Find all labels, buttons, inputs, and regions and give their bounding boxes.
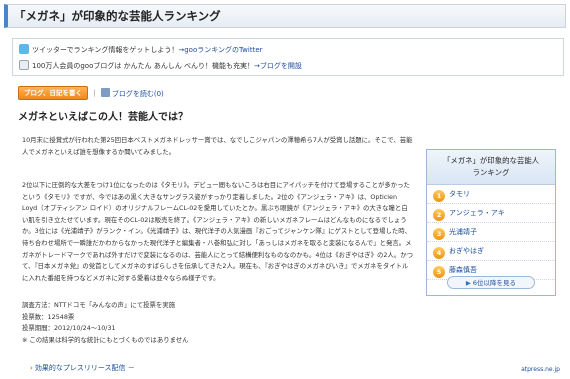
ranking-name: アンジェラ・アキ [449,209,505,217]
sidebar-heading: 「メガネ」が印象的な芸能人 ランキング [427,150,555,185]
blog-actions: ブログ、日記を書く | ブログを読む(0) [18,86,164,102]
ranking-item[interactable]: 3 光浦靖子 [427,223,555,242]
ranking-name: おぎやはぎ [449,247,484,255]
ranking-name: 光浦靖子 [449,228,477,236]
arrow-icon: › [30,364,33,372]
press-release-link[interactable]: 効果的なプレスリリース配信 [35,364,126,372]
read-blog-count: (0) [153,89,164,98]
sidebar-heading-line1: 「メガネ」が印象的な芸能人 [442,156,540,165]
play-icon: ▶ [465,279,471,287]
read-blog-label: ブログを読む [111,89,154,98]
rank-badge: 2 [433,209,445,221]
page-title: 「メガネ」が印象的な芸能人ランキング [4,4,566,28]
article-paragraph-2: 2位以下に圧倒的な大差をつけ1位になったのは《タモリ》。デビュー間もないころは右… [22,181,413,282]
twitter-promo: ツイッターでランキング情報をゲットしよう！→gooランキングのTwitter [19,43,263,57]
survey-method: 調査方法：NTTドコモ「みんなの声」にて投票を実施 [22,301,176,309]
article-paragraph-1: 10月末に授賞式が行われた第25回日本ベストメガネドレッサー賞では、なでしこジャ… [22,136,413,156]
disclaimer: ※ この結果は科学的な統計にもとづくものではありません [22,335,189,344]
twitter-icon [19,44,29,54]
see-more-button[interactable]: ▶ 6位以降を見る [447,276,535,289]
see-more-label: 6位以降を見る [472,279,517,287]
rank-badge: 1 [433,190,445,202]
read-blog-link[interactable]: ブログを読む(0) [100,87,164,98]
ranking-item[interactable]: 1 タモリ [427,185,555,204]
write-blog-button[interactable]: ブログ、日記を書く [18,86,89,100]
blog-promo: 100万人会員のgooブログは かんたん あんしん べんり！機能も充実！→ブログ… [19,59,302,73]
article-heading: メガネといえばこの人！芸能人では？ [18,112,188,123]
ranking-item[interactable]: 2 アンジェラ・アキ [427,204,555,223]
press-dash: － [127,364,135,372]
vote-count: 投票数：12548票 [22,312,75,321]
vote-period: 投票期間：2012/10/24～10/31 [22,324,116,333]
rank-badge: 5 [433,266,445,278]
press-release-row: › 効果的なプレスリリース配信 － [30,363,135,373]
goo-blog-icon [19,60,29,70]
ranking-name: 藤森慎吾 [449,266,477,274]
pencil-icon [100,87,110,97]
ranking-item[interactable]: 4 おぎやはぎ [427,242,555,261]
twitter-link[interactable]: →gooランキングのTwitter [178,46,262,54]
rank-badge: 3 [433,228,445,240]
rank-badge: 4 [433,247,445,259]
open-blog-link[interactable]: →ブログを開設 [254,62,302,70]
atpress-credit[interactable]: atpress.ne.jp [521,366,560,373]
ranking-sidebar: 「メガネ」が印象的な芸能人 ランキング 1 タモリ 2 アンジェラ・アキ 3 光浦靖子… [426,149,556,296]
blog-promo-text: 100万人会員のgooブログは かんたん あんしん べんり！機能も充実！ [32,62,255,70]
separator: | [93,89,96,97]
twitter-promo-text: ツイッターでランキング情報をゲットしよう！ [32,46,179,54]
sidebar-heading-line2: ランキング [472,168,510,177]
ranking-name: タモリ [449,190,470,198]
promo-box: ツイッターでランキング情報をゲットしよう！→gooランキングのTwitter 1… [12,38,564,76]
survey-meta: 調査方法：NTTドコモ「みんなの声」にて投票を実施 投票数：12548票 投票期… [22,300,414,346]
